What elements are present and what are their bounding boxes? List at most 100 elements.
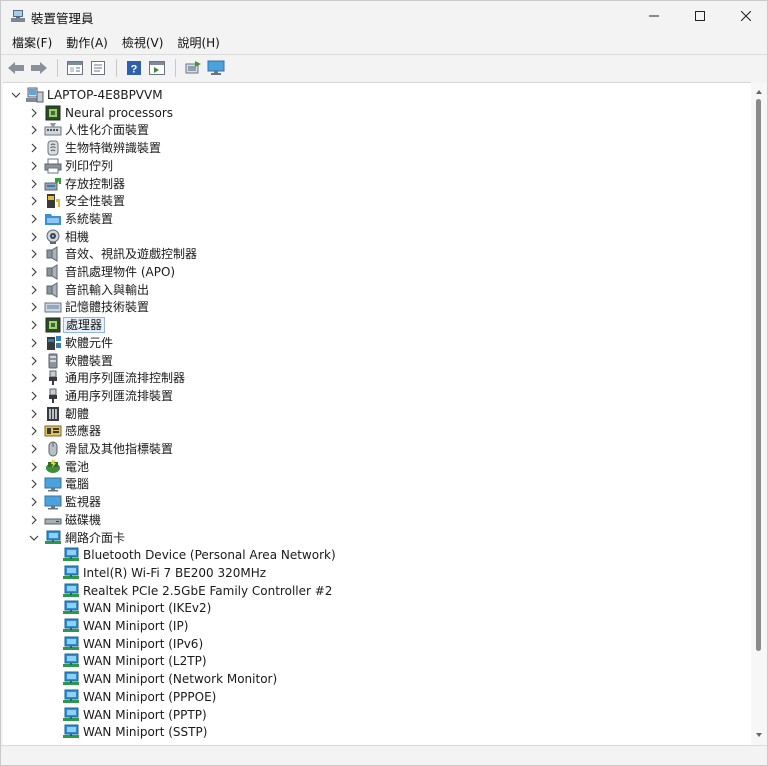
scan-hardware-button[interactable]: [182, 57, 204, 79]
category-label[interactable]: 韌體: [63, 406, 91, 422]
expand-chevron-icon[interactable]: [29, 232, 39, 242]
monitor-button[interactable]: [205, 57, 227, 79]
category-label[interactable]: 音訊處理物件 (APO): [63, 264, 177, 280]
expand-chevron-icon[interactable]: [29, 373, 39, 383]
category-label[interactable]: Neural processors: [63, 105, 175, 121]
tree-category[interactable]: 記憶體技術裝置: [3, 298, 743, 316]
update-driver-button[interactable]: [87, 57, 109, 79]
category-label[interactable]: 系統裝置: [63, 211, 115, 227]
tree-category[interactable]: 電池: [3, 458, 743, 476]
category-label[interactable]: 記憶體技術裝置: [63, 299, 151, 315]
category-label[interactable]: 監視器: [63, 494, 103, 510]
device-label[interactable]: WAN Miniport (IPv6): [81, 636, 205, 652]
tree-root[interactable]: LAPTOP-4E8BPVVM: [3, 86, 743, 104]
expand-chevron-icon[interactable]: [29, 214, 39, 224]
category-label[interactable]: 網路介面卡: [63, 530, 127, 546]
expand-chevron-icon[interactable]: [29, 391, 39, 401]
tree-category[interactable]: 音訊輸入與輸出: [3, 281, 743, 299]
tree-category[interactable]: 滑鼠及其他指標裝置: [3, 440, 743, 458]
tree-category[interactable]: 系統裝置: [3, 210, 743, 228]
tree-device[interactable]: WAN Miniport (PPTP): [3, 706, 743, 724]
expand-chevron-icon[interactable]: [29, 249, 39, 259]
expand-chevron-icon[interactable]: [29, 179, 39, 189]
tree-category[interactable]: 感應器: [3, 422, 743, 440]
collapse-chevron-icon[interactable]: [29, 533, 39, 543]
category-label[interactable]: 滑鼠及其他指標裝置: [63, 441, 175, 457]
expand-chevron-icon[interactable]: [29, 267, 39, 277]
tree-device[interactable]: Intel(R) Wi-Fi 7 BE200 320MHz: [3, 564, 743, 582]
category-label[interactable]: 軟體元件: [63, 335, 115, 351]
view-button[interactable]: [146, 57, 168, 79]
minimize-button[interactable]: [631, 1, 677, 31]
tree-category[interactable]: 存放控制器: [3, 175, 743, 193]
tree-category[interactable]: 通用序列匯流排裝置: [3, 387, 743, 405]
forward-button[interactable]: [28, 57, 50, 79]
device-label[interactable]: WAN Miniport (PPTP): [81, 707, 209, 723]
maximize-button[interactable]: [677, 1, 723, 31]
category-label[interactable]: 存放控制器: [63, 176, 127, 192]
category-label[interactable]: 磁碟機: [63, 512, 103, 528]
menu-view[interactable]: 檢視(V): [115, 32, 171, 53]
expand-chevron-icon[interactable]: [29, 444, 39, 454]
tree-category[interactable]: 人性化介面裝置: [3, 121, 743, 139]
scroll-up-icon[interactable]: [754, 87, 764, 97]
scrollbar-thumb[interactable]: [756, 99, 761, 651]
category-label[interactable]: 軟體裝置: [63, 353, 115, 369]
device-label[interactable]: WAN Miniport (IKEv2): [81, 600, 213, 616]
tree-category[interactable]: 音訊處理物件 (APO): [3, 263, 743, 281]
expand-chevron-icon[interactable]: [29, 161, 39, 171]
computer-name-label[interactable]: LAPTOP-4E8BPVVM: [45, 87, 165, 103]
category-label[interactable]: 相機: [63, 229, 91, 245]
device-label[interactable]: Intel(R) Wi-Fi 7 BE200 320MHz: [81, 565, 268, 581]
tree-category[interactable]: 處理器: [3, 316, 743, 334]
tree-category[interactable]: 軟體裝置: [3, 352, 743, 370]
expand-chevron-icon[interactable]: [29, 125, 39, 135]
category-label[interactable]: 生物特徵辨識裝置: [63, 140, 163, 156]
tree-device[interactable]: Realtek PCIe 2.5GbE Family Controller #2: [3, 582, 743, 600]
tree-device[interactable]: WAN Miniport (SSTP): [3, 723, 743, 741]
scroll-down-icon[interactable]: [754, 730, 764, 740]
category-label[interactable]: 音訊輸入與輸出: [63, 282, 151, 298]
device-label[interactable]: WAN Miniport (L2TP): [81, 653, 209, 669]
help-button[interactable]: ?: [123, 57, 145, 79]
device-label[interactable]: WAN Miniport (IP): [81, 618, 190, 634]
tree-device[interactable]: Bluetooth Device (Personal Area Network): [3, 546, 743, 564]
tree-category[interactable]: 列印佇列: [3, 157, 743, 175]
category-label[interactable]: 通用序列匯流排控制器: [63, 370, 187, 386]
expand-chevron-icon[interactable]: [29, 497, 39, 507]
category-label[interactable]: 處理器: [63, 317, 106, 334]
tree-category[interactable]: 安全性裝置: [3, 192, 743, 210]
properties-button[interactable]: [64, 57, 86, 79]
menu-action[interactable]: 動作(A): [59, 32, 115, 53]
device-label[interactable]: WAN Miniport (PPPOE): [81, 689, 218, 705]
tree-device[interactable]: WAN Miniport (IP): [3, 617, 743, 635]
tree-category[interactable]: 監視器: [3, 493, 743, 511]
expand-chevron-icon[interactable]: [29, 143, 39, 153]
tree-device[interactable]: WAN Miniport (IKEv2): [3, 599, 743, 617]
device-label[interactable]: WAN Miniport (Network Monitor): [81, 671, 279, 687]
tree-category[interactable]: 音效、視訊及遊戲控制器: [3, 245, 743, 263]
back-button[interactable]: [5, 57, 27, 79]
expand-chevron-icon[interactable]: [29, 338, 39, 348]
tree-category[interactable]: 電腦: [3, 475, 743, 493]
tree-category[interactable]: Neural processors: [3, 104, 743, 122]
expand-chevron-icon[interactable]: [29, 302, 39, 312]
tree-category[interactable]: 韌體: [3, 405, 743, 423]
tree-category[interactable]: 生物特徵辨識裝置: [3, 139, 743, 157]
expand-chevron-icon[interactable]: [29, 479, 39, 489]
expand-chevron-icon[interactable]: [29, 320, 39, 330]
category-label[interactable]: 通用序列匯流排裝置: [63, 388, 175, 404]
expand-chevron-icon[interactable]: [29, 285, 39, 295]
menu-file[interactable]: 檔案(F): [5, 32, 59, 53]
expand-chevron-icon[interactable]: [29, 356, 39, 366]
category-label[interactable]: 音效、視訊及遊戲控制器: [63, 246, 199, 262]
tree-category[interactable]: 網路介面卡: [3, 529, 743, 547]
collapse-chevron-icon[interactable]: [11, 90, 21, 100]
tree-device[interactable]: WAN Miniport (Network Monitor): [3, 670, 743, 688]
tree-category[interactable]: 磁碟機: [3, 511, 743, 529]
device-label[interactable]: WAN Miniport (SSTP): [81, 724, 209, 740]
category-label[interactable]: 電腦: [63, 476, 91, 492]
tree-category[interactable]: 通用序列匯流排控制器: [3, 369, 743, 387]
expand-chevron-icon[interactable]: [29, 426, 39, 436]
expand-chevron-icon[interactable]: [29, 108, 39, 118]
